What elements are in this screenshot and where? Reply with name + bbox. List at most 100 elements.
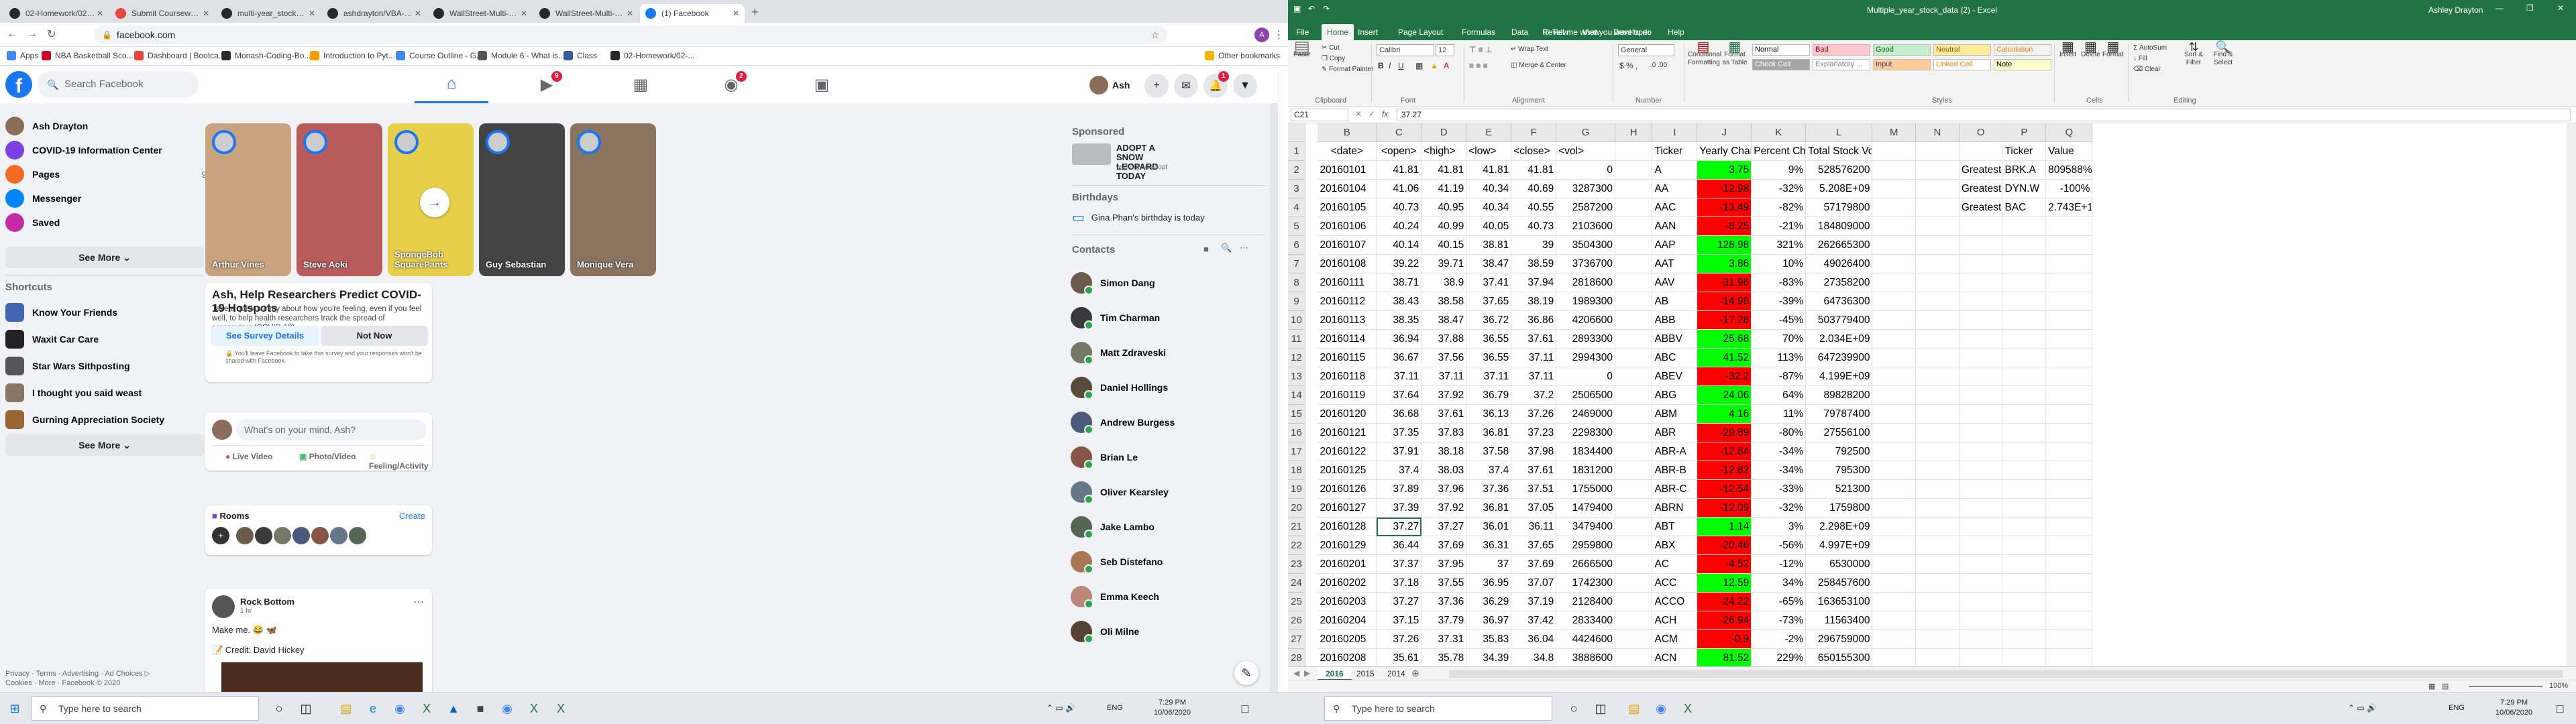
data-cell[interactable]: 64736300	[1806, 292, 1873, 311]
data-cell[interactable]: 37.11	[1377, 367, 1422, 386]
data-cell[interactable]: -83%	[1752, 274, 1807, 292]
data-cell[interactable]: 5.208E+09	[1806, 180, 1873, 198]
data-cell[interactable]: 38.58	[1421, 292, 1467, 311]
row-header[interactable]: 13	[1288, 367, 1305, 386]
empty-cell[interactable]	[1872, 292, 1917, 311]
data-cell[interactable]: 37.65	[1511, 536, 1557, 555]
row-header[interactable]: 18	[1288, 461, 1305, 480]
data-cell[interactable]: 4424600	[1556, 630, 1615, 649]
underline-icon[interactable]: U	[1398, 62, 1404, 70]
formula-input[interactable]: 37.27	[1397, 109, 2571, 121]
empty-cell[interactable]	[1916, 630, 1960, 649]
data-cell[interactable]: 37.18	[1377, 574, 1422, 593]
data-cell[interactable]: -80%	[1752, 424, 1807, 442]
new-message-icon[interactable]: ✎	[1234, 661, 1258, 685]
vertical-scrollbar[interactable]	[2567, 123, 2576, 666]
summary-ticker[interactable]: DYN.W	[2002, 180, 2047, 198]
data-cell[interactable]: 262665300	[1806, 236, 1873, 255]
data-cell[interactable]: 57179800	[1806, 198, 1873, 217]
empty-cell[interactable]	[1916, 292, 1960, 311]
header-cell[interactable]	[1615, 142, 1653, 161]
empty-cell[interactable]	[2002, 236, 2047, 255]
data-cell[interactable]: 38.03	[1421, 461, 1467, 480]
empty-cell[interactable]	[1872, 593, 1917, 611]
data-cell[interactable]: 35.61	[1377, 649, 1422, 666]
data-cell[interactable]	[1615, 349, 1653, 367]
empty-cell[interactable]	[2046, 574, 2093, 593]
live-video-button[interactable]: ● Live Video	[225, 452, 272, 461]
cell-style[interactable]: Calculation	[1994, 44, 2051, 56]
bookmark-item[interactable]: Dashboard | Bootca...	[134, 51, 225, 60]
data-cell[interactable]: AB	[1652, 292, 1698, 311]
chrome-menu-icon[interactable]: ⋮	[1273, 28, 1284, 42]
data-cell[interactable]: 37.35	[1377, 424, 1422, 442]
empty-cell[interactable]	[2002, 274, 2047, 292]
empty-cell[interactable]	[1916, 217, 1960, 236]
data-cell[interactable]: 20160202	[1318, 574, 1377, 593]
cell-style[interactable]: Explanatory ...	[1813, 59, 1870, 70]
data-cell[interactable]: 20160108	[1318, 255, 1377, 274]
empty-cell[interactable]	[2002, 217, 2047, 236]
row-header[interactable]: 4	[1288, 198, 1305, 217]
empty-cell[interactable]	[1916, 611, 1960, 630]
data-cell[interactable]: 20160111	[1318, 274, 1377, 292]
taskbar-search-input[interactable]: ⚲ Type here to search	[31, 697, 259, 721]
left-nav-item[interactable]: Ash Drayton	[5, 114, 207, 138]
bookmark-item[interactable]: 02-Homework/02-...	[610, 51, 694, 60]
contact-item[interactable]: Matt Zdraveski	[1071, 338, 1265, 367]
data-cell[interactable]: 36.01	[1466, 518, 1512, 536]
data-cell[interactable]: 20160201	[1318, 555, 1377, 574]
data-cell[interactable]: 40.34	[1466, 198, 1512, 217]
data-cell[interactable]: AAV	[1652, 274, 1698, 292]
data-cell[interactable]	[1615, 161, 1653, 180]
birthday-item[interactable]: ▭ Gina Phan's birthday is today	[1072, 209, 1205, 226]
data-cell[interactable]: 792500	[1806, 442, 1873, 461]
data-cell[interactable]: 2469000	[1556, 405, 1615, 424]
borders-icon[interactable]: ▦	[1415, 62, 1423, 70]
empty-cell[interactable]	[2046, 292, 2093, 311]
bookmark-item[interactable]: Class	[564, 51, 597, 60]
prev-sheet-icon[interactable]: ◀	[1293, 668, 1299, 678]
data-cell[interactable]: 20160125	[1318, 461, 1377, 480]
data-cell[interactable]: 37.11	[1466, 367, 1512, 386]
data-cell[interactable]: 37.31	[1421, 630, 1467, 649]
system-tray-icons-2[interactable]: ⌃ ▭ 🔊	[2348, 703, 2377, 713]
row-header[interactable]: 1	[1288, 142, 1305, 161]
post-author[interactable]: Rock Bottom	[240, 597, 294, 607]
data-cell[interactable]: AC	[1652, 555, 1698, 574]
data-cell[interactable]: 37.42	[1511, 611, 1557, 630]
data-cell[interactable]	[1615, 611, 1653, 630]
insert-function-icon[interactable]: fx	[1382, 109, 1388, 119]
excel-taskbar-icon-4[interactable]: X	[1677, 698, 1699, 719]
tab-close-icon[interactable]: ✕	[309, 9, 315, 18]
data-cell[interactable]: 36.67	[1377, 349, 1422, 367]
data-cell[interactable]	[1615, 536, 1653, 555]
data-cell[interactable]: 11%	[1752, 405, 1807, 424]
vscode-icon[interactable]: ▲	[443, 698, 464, 719]
next-sheet-icon[interactable]: ▶	[1304, 668, 1310, 678]
new-tab-icon[interactable]: +	[751, 5, 759, 19]
language-indicator-2[interactable]: ENG	[2449, 703, 2465, 713]
data-cell[interactable]: 2666500	[1556, 555, 1615, 574]
empty-cell[interactable]	[2002, 499, 2047, 518]
empty-cell[interactable]	[1872, 536, 1917, 555]
room-avatar[interactable]	[255, 527, 272, 544]
data-cell[interactable]: 20160204	[1318, 611, 1377, 630]
cortana-icon[interactable]: ○	[268, 698, 290, 719]
data-cell[interactable]: ABM	[1652, 405, 1698, 424]
data-cell[interactable]: 3287300	[1556, 180, 1615, 198]
cortana-icon-2[interactable]: ○	[1563, 698, 1585, 719]
yearly-change-cell[interactable]: -8.25	[1697, 217, 1752, 236]
data-cell[interactable]: -87%	[1752, 367, 1807, 386]
data-cell[interactable]: 41.06	[1377, 180, 1422, 198]
reload-icon[interactable]: ↻	[47, 27, 56, 41]
data-cell[interactable]: 36.97	[1466, 611, 1512, 630]
data-cell[interactable]: 184809000	[1806, 217, 1873, 236]
notification-center-icon-2[interactable]: □	[2549, 698, 2571, 719]
data-cell[interactable]: 36.11	[1511, 518, 1557, 536]
summary-value[interactable]: -100%	[2046, 180, 2093, 198]
data-cell[interactable]: -32%	[1752, 180, 1807, 198]
yearly-change-cell[interactable]: -12.98	[1697, 180, 1752, 198]
data-cell[interactable]: 37.96	[1421, 480, 1467, 499]
sheet-tab[interactable]: 2015	[1348, 667, 1383, 680]
